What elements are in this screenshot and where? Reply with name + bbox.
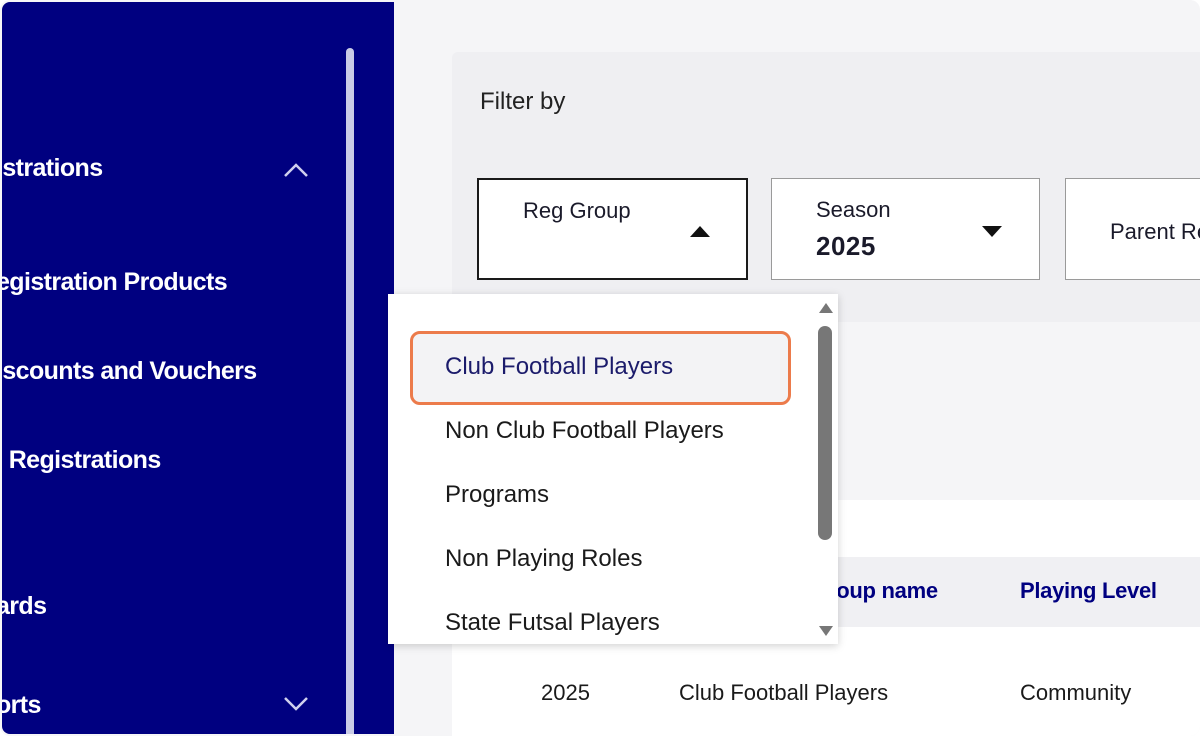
filter-title: Filter by bbox=[480, 88, 566, 115]
season-value: 2025 bbox=[816, 231, 876, 261]
chevron-down-icon[interactable] bbox=[282, 694, 310, 714]
cell-playing-level: Community bbox=[1020, 680, 1132, 705]
parent-reg-dropdown[interactable]: Parent Re bbox=[1065, 178, 1200, 280]
option-non-playing-roles[interactable]: Non Playing Roles bbox=[445, 545, 642, 573]
season-dropdown[interactable]: Season 2025 bbox=[771, 178, 1040, 280]
sidebar-item-discounts-and-vouchers[interactable]: iscounts and Vouchers bbox=[2, 357, 257, 386]
column-header-group-name[interactable]: roup name bbox=[828, 578, 938, 604]
caret-up-icon bbox=[690, 226, 710, 237]
option-club-football-players[interactable]: Club Football Players bbox=[445, 353, 673, 381]
column-header-playing-level[interactable]: Playing Level bbox=[1020, 578, 1157, 604]
scroll-up-arrow-icon[interactable] bbox=[819, 303, 833, 313]
app-window: istrations egistration Products iscounts… bbox=[0, 0, 1200, 736]
sidebar-item-registration-products[interactable]: egistration Products bbox=[2, 268, 228, 297]
reg-group-label: Reg Group bbox=[523, 198, 631, 223]
sidebar-item-reports[interactable]: orts bbox=[2, 691, 41, 720]
menu-scrollbar-thumb[interactable] bbox=[818, 326, 832, 540]
option-programs[interactable]: Programs bbox=[445, 481, 549, 509]
sidebar: istrations egistration Products iscounts… bbox=[2, 2, 394, 734]
caret-down-icon bbox=[982, 226, 1002, 237]
season-label: Season bbox=[816, 197, 891, 222]
parent-reg-label: Parent Re bbox=[1110, 219, 1200, 244]
scroll-down-arrow-icon[interactable] bbox=[819, 626, 833, 636]
option-state-futsal-players[interactable]: State Futsal Players bbox=[445, 609, 660, 637]
sidebar-scrollbar[interactable] bbox=[346, 48, 354, 734]
sidebar-item-registrations[interactable]: istrations bbox=[2, 154, 103, 183]
cell-group-name: Club Football Players bbox=[679, 680, 889, 705]
reg-group-dropdown[interactable]: Reg Group bbox=[477, 178, 748, 280]
sidebar-item-cards[interactable]: ards bbox=[2, 592, 47, 621]
sidebar-item-all-registrations[interactable]: l Registrations bbox=[2, 446, 161, 475]
chevron-up-icon[interactable] bbox=[282, 160, 310, 180]
option-non-club-football-players[interactable]: Non Club Football Players bbox=[445, 417, 724, 445]
cell-season: 2025 bbox=[541, 680, 590, 705]
